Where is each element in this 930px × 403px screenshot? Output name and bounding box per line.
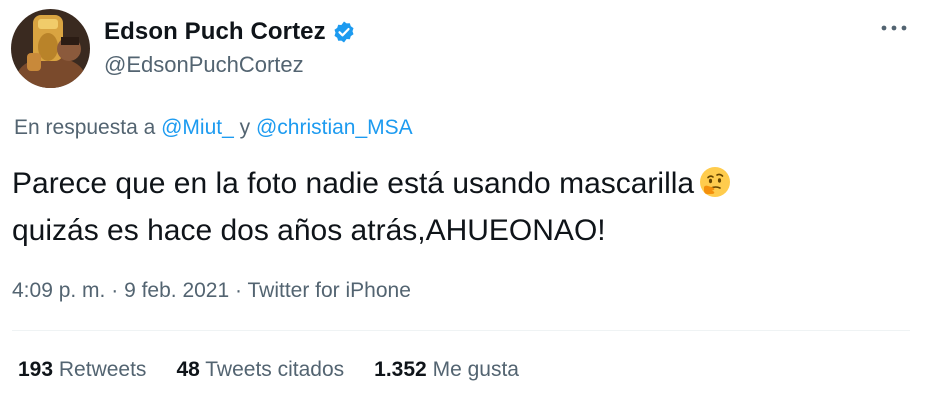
reply-context: En respuesta a @Miut_ y @christian_MSA xyxy=(14,116,413,140)
more-options-icon[interactable] xyxy=(874,14,914,42)
tweet-stats: 193 Retweets 48 Tweets citados 1.352 Me … xyxy=(18,358,519,382)
retweets-label: Retweets xyxy=(58,358,147,381)
likes-stat[interactable]: 1.352 Me gusta xyxy=(374,358,519,382)
quote-tweets-label: Tweets citados xyxy=(205,358,345,381)
tweet-text: Parece que en la foto nadie está usando … xyxy=(12,160,912,254)
tweet-meta: 4:09 p. m. · 9 feb. 2021 · Twitter for i… xyxy=(12,279,411,303)
likes-count: 1.352 xyxy=(374,358,427,381)
tweet-time[interactable]: 4:09 p. m. xyxy=(12,279,105,302)
tweet-source[interactable]: Twitter for iPhone xyxy=(247,279,410,302)
tweet-text-line-1-content: Parece que en la foto nadie está usando … xyxy=(12,167,695,200)
avatar-image xyxy=(11,9,90,88)
meta-separator-2: · xyxy=(235,279,243,302)
tweet-text-line-1: Parece que en la foto nadie está usando … xyxy=(12,160,912,207)
verified-badge-icon xyxy=(332,20,356,44)
mention-link-2[interactable]: @christian_MSA xyxy=(256,116,413,139)
mention-link-1[interactable]: @Miut_ xyxy=(161,116,234,139)
meta-separator-1: · xyxy=(111,279,119,302)
reply-context-prefix: En respuesta a xyxy=(14,116,156,139)
author-name-row: Edson Puch Cortez xyxy=(104,18,356,46)
retweets-count: 193 xyxy=(18,358,54,381)
thinking-face-emoji-icon xyxy=(698,165,732,199)
likes-label: Me gusta xyxy=(432,358,519,381)
tweet-text-line-2: quizás es hace dos años atrás,AHUEONAO! xyxy=(12,214,606,247)
retweets-stat[interactable]: 193 Retweets xyxy=(18,358,146,382)
quote-tweets-stat[interactable]: 48 Tweets citados xyxy=(176,358,344,382)
author-display-name[interactable]: Edson Puch Cortez xyxy=(104,18,326,46)
quote-tweets-count: 48 xyxy=(176,358,200,381)
author-handle[interactable]: @EdsonPuchCortez xyxy=(104,52,304,78)
tweet-date[interactable]: 9 feb. 2021 xyxy=(124,279,229,302)
reply-context-conjunction: y xyxy=(239,116,251,139)
divider xyxy=(12,330,910,331)
avatar[interactable] xyxy=(11,9,90,88)
